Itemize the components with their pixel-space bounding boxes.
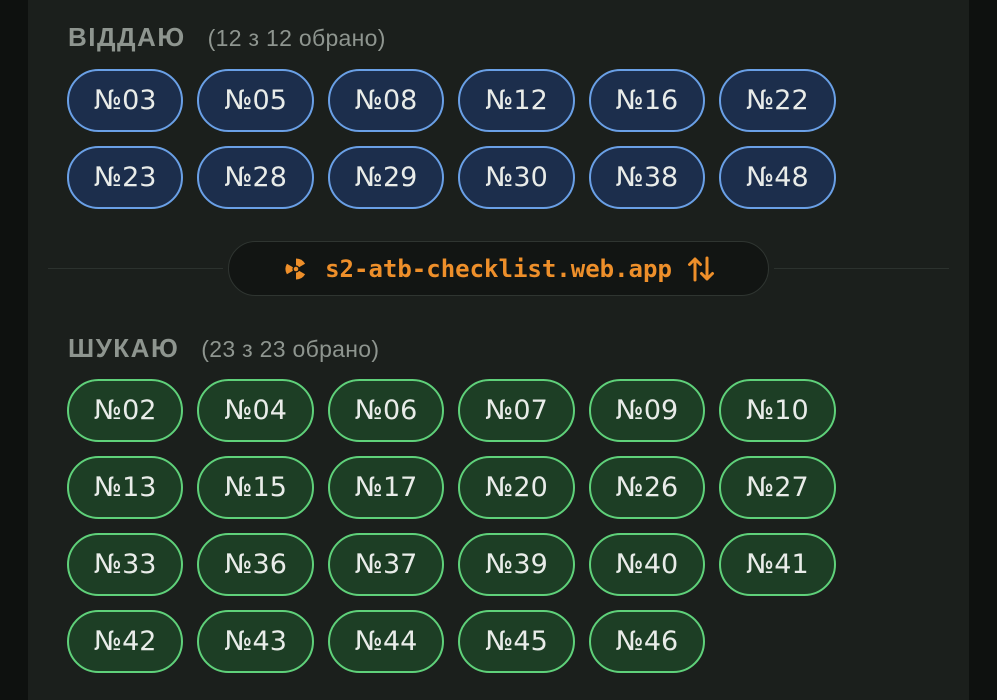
give-section-title: ВІДДАЮ <box>68 22 186 52</box>
give-sticker-chip[interactable]: №38 <box>588 146 706 209</box>
app-link-button[interactable]: s2-atb-checklist.web.app <box>228 241 769 296</box>
seek-section-count: (23 з 23 обрано) <box>201 336 380 362</box>
seek-sticker-chip[interactable]: №17 <box>327 456 445 519</box>
seek-sticker-chip[interactable]: №06 <box>327 379 445 442</box>
seek-sticker-chip[interactable]: №02 <box>67 379 184 442</box>
seek-sticker-chip[interactable]: №33 <box>67 533 184 596</box>
swap-arrows-icon <box>686 254 716 284</box>
seek-sticker-chip[interactable]: №26 <box>588 456 706 519</box>
seek-sticker-chip[interactable]: №44 <box>327 610 445 673</box>
seek-sticker-chip[interactable]: №27 <box>719 456 836 519</box>
stickers-panel: ВІДДАЮ (12 з 12 обрано) №03 №05 №08 №12 №16 №… <box>28 0 969 700</box>
app-link-text: s2-atb-checklist.web.app <box>325 254 672 283</box>
give-section-header: ВІДДАЮ (12 з 12 обрано) <box>68 22 386 53</box>
seek-sticker-chip[interactable]: №40 <box>588 533 706 596</box>
seek-sticker-chip[interactable]: №07 <box>458 379 575 442</box>
seek-sticker-chip[interactable]: №46 <box>588 610 706 673</box>
give-sticker-chip[interactable]: №05 <box>197 69 314 132</box>
seek-section-header: ШУКАЮ (23 з 23 обрано) <box>68 333 379 364</box>
give-sticker-chip[interactable]: №12 <box>458 69 575 132</box>
seek-sticker-chip[interactable]: №04 <box>197 379 314 442</box>
give-sticker-chip[interactable]: №16 <box>588 69 706 132</box>
give-section-count: (12 з 12 обрано) <box>207 25 386 51</box>
give-sticker-chip[interactable]: №23 <box>67 146 184 209</box>
give-sticker-chip[interactable]: №22 <box>719 69 836 132</box>
seek-chip-list: №02 №04 №06 №07 №09 №10 №13 №15 №17 №20 №26 №27 №33 №… <box>67 379 927 673</box>
seek-sticker-chip[interactable]: №20 <box>458 456 575 519</box>
seek-section-title: ШУКАЮ <box>68 333 180 363</box>
seek-sticker-chip[interactable]: №45 <box>458 610 575 673</box>
seek-sticker-chip[interactable]: №15 <box>197 456 314 519</box>
seek-sticker-chip[interactable]: №10 <box>719 379 836 442</box>
seek-sticker-chip[interactable]: №13 <box>67 456 184 519</box>
seek-sticker-chip[interactable]: №36 <box>197 533 314 596</box>
give-sticker-chip[interactable]: №30 <box>458 146 575 209</box>
radiation-icon <box>281 254 311 284</box>
seek-sticker-chip[interactable]: №42 <box>67 610 184 673</box>
seek-sticker-chip[interactable]: №39 <box>458 533 575 596</box>
seek-sticker-chip[interactable]: №09 <box>588 379 706 442</box>
seek-sticker-chip[interactable]: №41 <box>719 533 836 596</box>
seek-sticker-chip[interactable]: №43 <box>197 610 314 673</box>
give-sticker-chip[interactable]: №08 <box>327 69 445 132</box>
seek-sticker-chip[interactable]: №37 <box>327 533 445 596</box>
give-sticker-chip[interactable]: №03 <box>67 69 184 132</box>
divider-left <box>48 268 223 269</box>
give-sticker-chip[interactable]: №28 <box>197 146 314 209</box>
divider-right <box>774 268 949 269</box>
give-chip-list: №03 №05 №08 №12 №16 №22 №23 №28 №29 №30 №38 №48 <box>67 69 927 209</box>
give-sticker-chip[interactable]: №48 <box>719 146 836 209</box>
give-sticker-chip[interactable]: №29 <box>327 146 445 209</box>
